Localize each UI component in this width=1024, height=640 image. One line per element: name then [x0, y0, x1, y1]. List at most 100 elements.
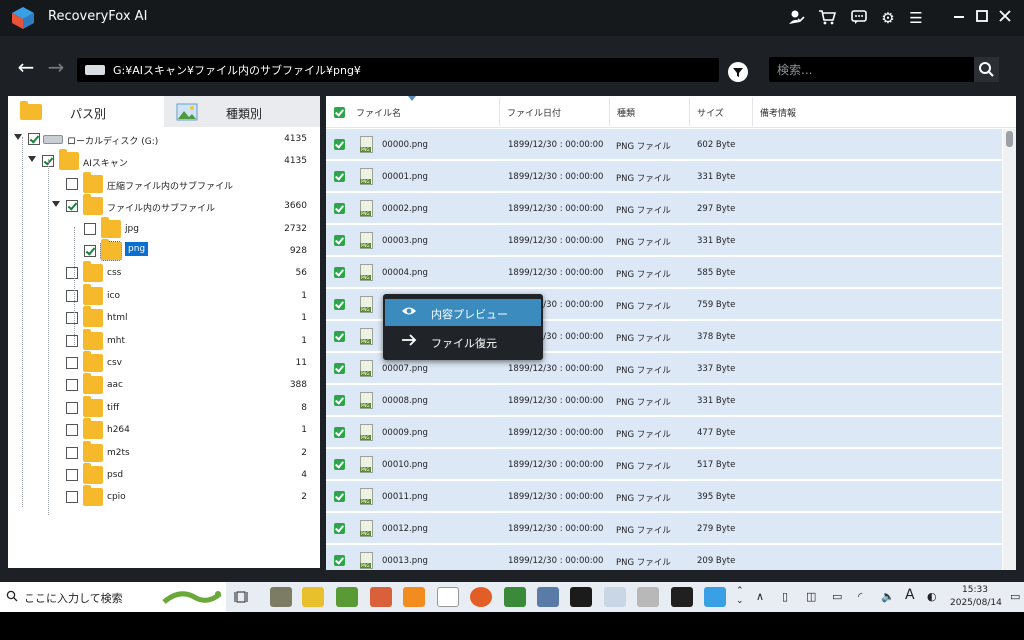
tab-by-path[interactable]: パス別 [8, 96, 164, 127]
col-separator[interactable] [499, 98, 500, 126]
volume-icon[interactable]: 🔈 [881, 590, 895, 603]
table-row[interactable]: 00002.png 1899/12/30 : 00:00:00 PNG ファイル 29… [326, 193, 1002, 224]
tree-item[interactable]: m2ts 2 [8, 440, 320, 465]
tree-item[interactable]: psd 4 [8, 463, 320, 487]
taskbar-app-icon[interactable] [270, 587, 292, 607]
tab-by-type[interactable]: 種類別 [164, 96, 320, 127]
col-header-size[interactable]: サイズ [697, 106, 724, 119]
table-row[interactable]: 00004.png 1899/12/30 : 00:00:00 PNG ファイル 58… [326, 257, 1002, 288]
taskbar-app-icon[interactable] [370, 587, 392, 607]
row-checkbox[interactable] [334, 427, 345, 438]
table-row[interactable]: 00011.png 1899/12/30 : 00:00:00 PNG ファイル 39… [326, 481, 1002, 512]
table-row[interactable]: 00001.png 1899/12/30 : 00:00:00 PNG ファイル 33… [326, 161, 1002, 192]
tree-item-checkbox[interactable] [66, 200, 78, 213]
taskbar-app-icon[interactable] [302, 587, 324, 607]
path-field[interactable]: G:¥AIスキャン¥ファイル内のサブファイル¥png¥ [77, 58, 719, 82]
expander-icon[interactable] [14, 134, 22, 140]
row-checkbox[interactable] [334, 203, 345, 214]
row-checkbox[interactable] [334, 171, 345, 182]
tree-item-checkbox[interactable] [84, 245, 96, 257]
taskbar-app-icon[interactable] [570, 587, 592, 607]
row-checkbox[interactable] [334, 491, 345, 502]
tree-item-checkbox[interactable] [66, 424, 78, 437]
tree-item[interactable]: ico 1 [8, 283, 320, 308]
col-separator[interactable] [689, 98, 690, 126]
maximize-icon[interactable] [972, 8, 992, 28]
back-arrow-icon[interactable]: ← [14, 56, 38, 80]
tree-item[interactable]: mht 1 [8, 328, 320, 353]
vertical-scrollbar[interactable] [1003, 129, 1016, 570]
tree-item-checkbox[interactable] [66, 379, 78, 392]
context-menu-recover[interactable]: ファイル復元 [385, 328, 541, 355]
firefox-icon[interactable] [470, 587, 492, 607]
menu-icon[interactable]: ☰ [906, 8, 926, 28]
account-icon[interactable] [786, 8, 806, 28]
tree-item[interactable]: tiff 8 [8, 395, 320, 420]
row-checkbox[interactable] [334, 299, 345, 310]
taskbar-app-icon[interactable] [437, 587, 459, 607]
tree-item[interactable]: AIスキャン 4135 [8, 149, 320, 173]
tray-app-icon[interactable]: ▭ [832, 590, 842, 603]
tree-item-checkbox[interactable] [66, 267, 78, 280]
table-row[interactable]: 00009.png 1899/12/30 : 00:00:00 PNG ファイル 47… [326, 417, 1002, 448]
taskbar-app-icon[interactable] [403, 587, 425, 607]
tree-item[interactable]: ローカルディスク (G:) 4135 [8, 129, 320, 151]
row-checkbox[interactable] [334, 555, 345, 566]
minimize-icon[interactable] [949, 8, 969, 28]
taskbar-app-icon[interactable] [537, 587, 559, 607]
recoveryfox-taskbar-icon[interactable] [704, 587, 726, 607]
tree-item-checkbox[interactable] [66, 357, 78, 369]
taskbar-app-icon[interactable] [504, 587, 526, 607]
row-checkbox[interactable] [334, 459, 345, 470]
gear-icon[interactable]: ⚙ [878, 8, 898, 28]
row-checkbox[interactable] [334, 363, 345, 374]
chat-icon[interactable] [849, 8, 869, 28]
tray-app-icon[interactable]: ◫ [806, 590, 816, 603]
tree-item-checkbox[interactable] [66, 401, 78, 414]
taskbar-app-icon[interactable] [336, 587, 358, 607]
table-row[interactable]: 00003.png 1899/12/30 : 00:00:00 PNG ファイル 33… [326, 225, 1002, 256]
close-icon[interactable] [995, 8, 1015, 28]
tree-item[interactable]: 圧縮ファイル内のサブファイル [8, 171, 320, 196]
tray-app-icon[interactable]: ◐ [927, 590, 937, 603]
tree-item[interactable]: csv 11 [8, 351, 320, 375]
cart-icon[interactable] [817, 8, 837, 28]
terminal-icon[interactable] [671, 587, 693, 607]
tree-item-checkbox[interactable] [66, 177, 78, 190]
col-separator[interactable] [609, 98, 610, 126]
col-separator[interactable] [752, 98, 753, 126]
tray-app-icon[interactable]: ▯ [782, 590, 788, 603]
tree-item[interactable]: png 928 [8, 239, 320, 263]
chevron-up-down-icon[interactable]: ⌃ ⌄ [736, 586, 744, 606]
row-checkbox[interactable] [334, 395, 345, 406]
table-row[interactable]: 00000.png 1899/12/30 : 00:00:00 PNG ファイル 60… [326, 129, 1002, 160]
taskbar-app-icon[interactable] [637, 587, 659, 607]
tree-item[interactable]: css 56 [8, 261, 320, 285]
row-checkbox[interactable] [334, 139, 345, 150]
taskbar-search[interactable]: ここに入力して検索 [0, 582, 226, 612]
col-header-name[interactable]: ファイル名 [356, 106, 401, 119]
ime-indicator[interactable]: A [905, 587, 915, 603]
search-icon[interactable] [974, 57, 999, 82]
expander-icon[interactable] [52, 201, 60, 208]
tree-item-checkbox[interactable] [28, 133, 40, 145]
table-row[interactable]: 00012.png 1899/12/30 : 00:00:00 PNG ファイル 27… [326, 513, 1002, 544]
tree-item[interactable]: ファイル内のサブファイル 3660 [8, 194, 320, 218]
tree-item[interactable]: h264 1 [8, 418, 320, 442]
forward-arrow-icon[interactable]: → [44, 56, 68, 80]
chevron-up-icon[interactable]: ∧ [756, 590, 764, 603]
scrollbar-thumb[interactable] [1006, 131, 1013, 147]
tree-item[interactable]: html 1 [8, 306, 320, 330]
tree-item-checkbox[interactable] [66, 289, 78, 302]
select-all-checkbox[interactable] [334, 107, 345, 118]
filter-icon[interactable] [728, 62, 748, 82]
row-checkbox[interactable] [334, 331, 345, 342]
wifi-icon[interactable]: ◜ [858, 590, 862, 603]
tree-item-checkbox[interactable] [66, 334, 78, 347]
search-input[interactable] [769, 57, 973, 82]
tree-item-checkbox[interactable] [84, 222, 96, 235]
col-header-type[interactable]: 種類 [617, 106, 635, 119]
tree-item-checkbox[interactable] [66, 469, 78, 481]
tree-item[interactable]: jpg 2732 [8, 216, 320, 241]
expander-icon[interactable] [28, 156, 36, 163]
